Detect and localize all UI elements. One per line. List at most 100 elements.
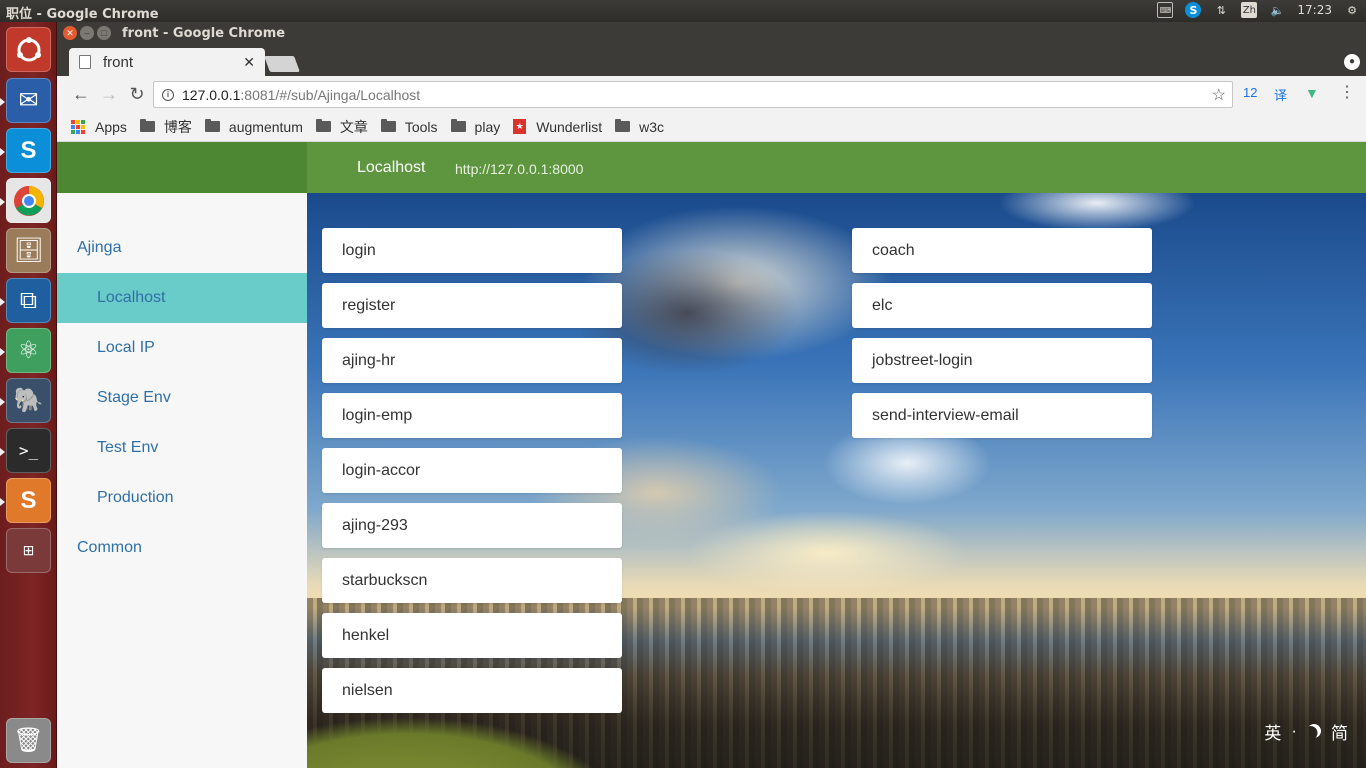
url-path: :8081/#/sub/Ajinga/Localhost [240, 86, 421, 103]
files-icon[interactable]: 🗄 [6, 228, 51, 273]
bookmark-apps-label: Apps [95, 118, 127, 135]
bookmarks-bar: Apps 博客 augmentum 文章 Tools play ★ Wunderl… [57, 112, 1366, 142]
maximize-window-button[interactable]: □ [97, 26, 111, 40]
site-info-icon[interactable]: i [162, 88, 174, 101]
link-card[interactable]: login-accor [322, 448, 622, 493]
settings-gear-icon[interactable]: ⚙ [1344, 2, 1360, 18]
bookmark-folder[interactable]: play [450, 118, 501, 135]
links-panel: login register ajing-hr login-emp login-… [307, 193, 1366, 768]
folder-icon [204, 119, 220, 132]
sidebar-item-production[interactable]: Production [57, 473, 307, 523]
link-card[interactable]: jobstreet-login [852, 338, 1152, 383]
bookmark-wunderlist[interactable]: ★ Wunderlist [513, 119, 602, 135]
link-card[interactable]: login [322, 228, 622, 273]
bookmark-folder[interactable]: Tools [380, 119, 438, 135]
environment-name: Localhost [357, 159, 426, 176]
workspace-switcher-icon[interactable]: ⊞ [6, 528, 51, 573]
volume-icon[interactable]: 🔈 [1269, 2, 1285, 18]
bookmark-label: 文章 [339, 118, 368, 135]
ime-separator: · [1291, 721, 1297, 740]
ime-indicator[interactable]: Zh [1241, 2, 1258, 18]
address-bar[interactable]: i 127.0.0.1:8081/#/sub/Ajinga/Localhost … [153, 81, 1233, 108]
pgadmin-elephant-icon[interactable]: 🐘 [6, 378, 51, 423]
folder-icon [615, 119, 631, 132]
moon-icon [1304, 721, 1323, 740]
web-page: Localhost http://127.0.0.1:8000 Ajinga L… [57, 142, 1366, 768]
terminal-icon[interactable]: >_ [6, 428, 51, 473]
bookmark-label: play [474, 118, 501, 135]
keyboard-icon[interactable]: ⌨ [1157, 2, 1174, 18]
bookmark-label: 博客 [163, 118, 192, 135]
link-card[interactable]: elc [852, 283, 1152, 328]
sidebar-item-local-ip[interactable]: Local IP [57, 323, 307, 373]
chrome-icon[interactable] [6, 178, 51, 223]
system-indicators: ⌨ S ⇅ Zh 🔈 17:23 ⚙ [1157, 2, 1360, 18]
skype-tray-icon[interactable]: S [1185, 2, 1202, 18]
thunderbird-icon[interactable]: ✉ [6, 78, 51, 123]
atom-icon[interactable]: ⚛ [6, 328, 51, 373]
network-icon[interactable]: ⇅ [1213, 2, 1229, 18]
window-titlebar: ✕ – □ front - Google Chrome [57, 22, 1366, 46]
bookmark-apps[interactable]: Apps [71, 119, 127, 135]
ime-status-widget[interactable]: 英 · 简 [1264, 716, 1348, 746]
vscode-icon[interactable]: ⧉ [6, 278, 51, 323]
bookmark-folder[interactable]: 博客 [139, 117, 192, 137]
folder-icon [450, 119, 466, 132]
tab-strip: front ✕ ● [57, 46, 1366, 76]
page-favicon-icon [79, 55, 91, 69]
ime-mode: 英 [1264, 723, 1282, 743]
bookmark-star-icon[interactable]: ☆ [1212, 85, 1226, 105]
folder-icon [315, 119, 331, 132]
folder-icon [380, 119, 396, 132]
skype-icon[interactable]: S [6, 128, 51, 173]
trash-icon[interactable]: 🗑 [6, 718, 51, 763]
link-card[interactable]: henkel [322, 613, 622, 658]
link-card[interactable]: ajing-293 [322, 503, 622, 548]
wunderlist-icon: ★ [513, 119, 527, 134]
link-card[interactable]: register [322, 283, 622, 328]
chrome-menu-icon[interactable]: ⋮ [1339, 82, 1355, 102]
sidebar-item-test-env[interactable]: Test Env [57, 423, 307, 473]
environment-url[interactable]: http://127.0.0.1:8000 [455, 161, 583, 177]
back-button[interactable]: ← [67, 80, 95, 108]
page-header: Localhost http://127.0.0.1:8000 [307, 142, 1366, 193]
translate-extension-icon[interactable]: 译 [1274, 85, 1287, 104]
extension-counter-badge[interactable]: 12 [1243, 85, 1257, 100]
vue-devtools-icon[interactable]: ▼ [1305, 85, 1319, 101]
link-card[interactable]: coach [852, 228, 1152, 273]
minimize-window-button[interactable]: – [80, 26, 94, 40]
ime-script: 简 [1331, 723, 1348, 743]
link-card[interactable]: send-interview-email [852, 393, 1152, 438]
header-brand-area [57, 142, 307, 193]
browser-window: ✕ – □ front - Google Chrome front ✕ ● ← … [57, 22, 1366, 768]
tab-title: front [103, 53, 134, 71]
close-window-button[interactable]: ✕ [63, 26, 77, 40]
link-card[interactable]: nielsen [322, 668, 622, 713]
bookmark-label: augmentum [228, 118, 303, 135]
close-tab-icon[interactable]: ✕ [243, 54, 255, 71]
bookmark-folder[interactable]: 文章 [315, 117, 368, 137]
new-tab-button[interactable] [264, 56, 300, 72]
folder-icon [139, 119, 155, 132]
link-card[interactable]: login-emp [322, 393, 622, 438]
sidebar-item-stage-env[interactable]: Stage Env [57, 373, 307, 423]
apps-grid-icon [71, 119, 85, 134]
forward-button[interactable]: → [95, 80, 123, 108]
reload-button[interactable]: ↻ [123, 80, 151, 108]
clock[interactable]: 17:23 [1297, 3, 1332, 17]
active-window-title: 职位 - Google Chrome [6, 7, 159, 22]
profile-avatar-icon[interactable]: ● [1344, 54, 1360, 70]
ubuntu-dash-icon[interactable] [6, 27, 51, 72]
link-card[interactable]: starbuckscn [322, 558, 622, 603]
bookmark-label: Wunderlist [536, 118, 603, 135]
sidebar-item-ajinga[interactable]: Ajinga [57, 223, 307, 273]
sidebar-item-common[interactable]: Common [57, 523, 307, 573]
tab-front[interactable]: front ✕ [69, 48, 265, 76]
bookmark-folder[interactable]: w3c [615, 119, 664, 135]
sublime-text-icon[interactable]: S [6, 478, 51, 523]
window-title: front - Google Chrome [122, 26, 286, 41]
bookmark-folder[interactable]: augmentum [204, 118, 303, 135]
link-card[interactable]: ajing-hr [322, 338, 622, 383]
sidebar-item-localhost[interactable]: Localhost [57, 273, 307, 323]
bookmark-label: w3c [639, 118, 665, 135]
